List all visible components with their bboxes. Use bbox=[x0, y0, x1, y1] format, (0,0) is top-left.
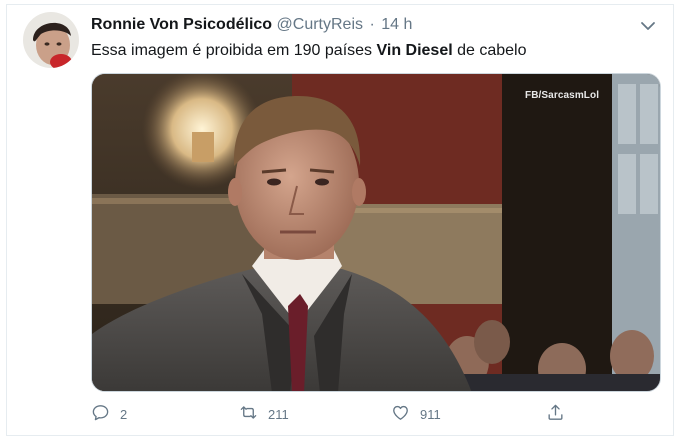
reply-icon bbox=[91, 403, 110, 425]
tweet-text-bold: Vin Diesel bbox=[376, 42, 453, 59]
reply-button[interactable]: 2 bbox=[91, 402, 127, 426]
share-button[interactable] bbox=[546, 402, 565, 426]
tweet-header: Ronnie Von Psicodélico @CurtyReis · 14 h bbox=[91, 16, 412, 34]
timestamp[interactable]: 14 h bbox=[381, 16, 412, 33]
tweet[interactable]: Ronnie Von Psicodélico @CurtyReis · 14 h… bbox=[0, 0, 680, 438]
image-watermark: FB/SarcasmLol bbox=[525, 90, 600, 101]
like-count: 911 bbox=[420, 406, 441, 422]
share-icon bbox=[546, 403, 565, 425]
retweet-count: 211 bbox=[268, 406, 289, 422]
heart-icon bbox=[391, 403, 410, 425]
tweet-actions: 2 211 911 bbox=[91, 402, 591, 426]
separator-dot: · bbox=[369, 16, 375, 33]
author-handle[interactable]: @CurtyReis bbox=[277, 16, 363, 33]
tweet-text-part: Essa imagem é proibida em 190 países bbox=[91, 42, 377, 59]
retweet-icon bbox=[239, 403, 258, 425]
chevron-down-icon[interactable] bbox=[638, 16, 658, 36]
avatar[interactable] bbox=[23, 12, 79, 68]
tweet-text: Essa imagem é proibida em 190 países Vin… bbox=[91, 42, 527, 60]
retweet-button[interactable]: 211 bbox=[239, 402, 289, 426]
like-button[interactable]: 911 bbox=[391, 402, 441, 426]
reply-count: 2 bbox=[120, 406, 128, 422]
tweet-image[interactable]: FB/SarcasmLol bbox=[91, 73, 661, 392]
author-name[interactable]: Ronnie Von Psicodélico bbox=[91, 16, 272, 33]
tweet-text-part: de cabelo bbox=[452, 42, 527, 59]
